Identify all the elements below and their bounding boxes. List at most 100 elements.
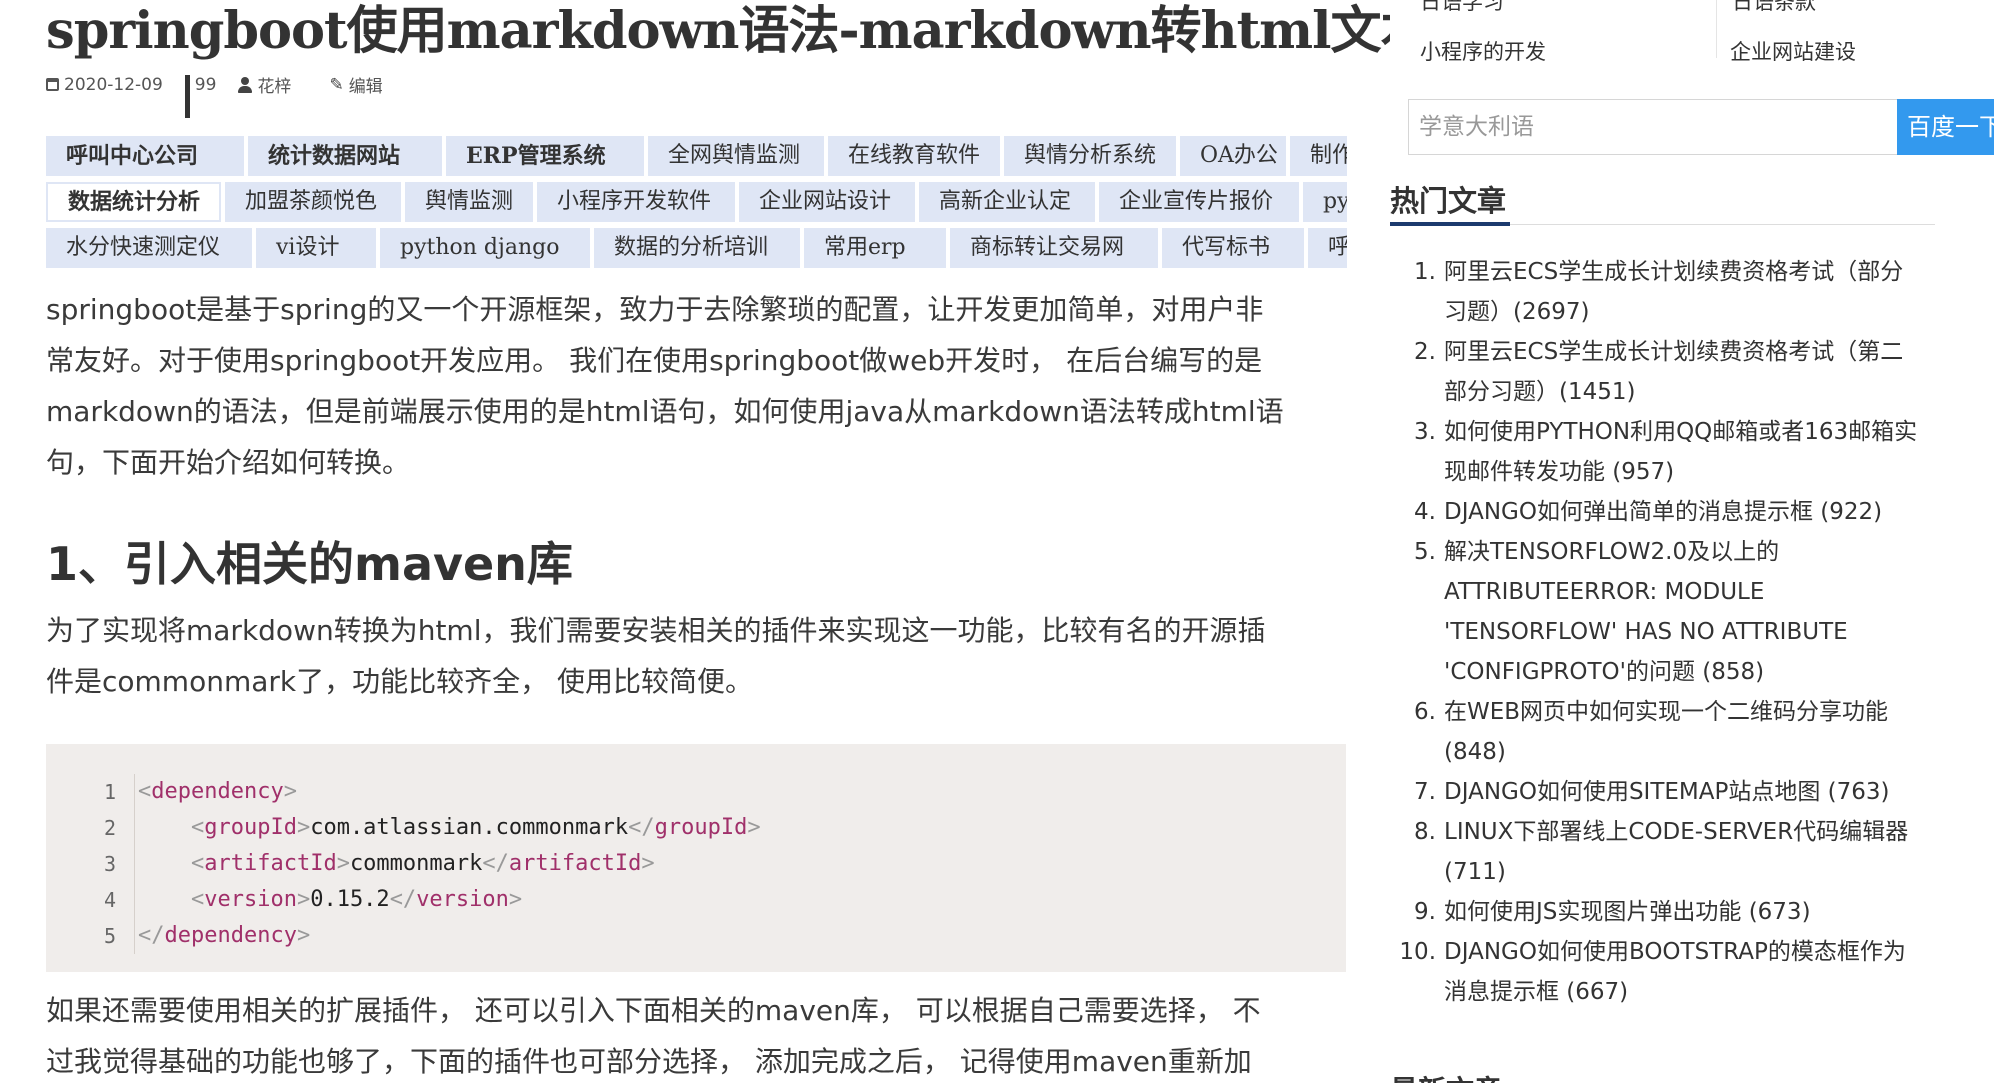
text-line: 句，下面开始介绍如何转换。 xyxy=(46,446,411,479)
list-item[interactable]: 3. 如何使用PYTHON利用QQ邮箱或者163邮箱实 现邮件转发功能 (957) xyxy=(1390,412,1950,492)
list-number: 10. xyxy=(1399,939,1436,965)
code-tag: version xyxy=(204,887,297,912)
list-number: 6. xyxy=(1414,699,1436,725)
meta-author-text[interactable]: 花梓 xyxy=(257,72,291,97)
code-value: com.atlassian.commonmark xyxy=(310,815,629,840)
list-item[interactable]: 10. DJANGO如何使用BOOTSTRAP的模态框作为 消息提示框 (667) xyxy=(1390,932,1950,1012)
code-value: commonmark xyxy=(349,851,483,876)
code-tag: artifactId xyxy=(508,851,642,876)
tag-link[interactable]: 数据统计分析 xyxy=(46,182,221,222)
list-item[interactable]: 9. 如何使用JS实现图片弹出功能 (673) xyxy=(1390,892,1950,932)
tag-link[interactable]: ERP管理系统 xyxy=(446,136,644,176)
tag-link[interactable]: 高新企业认定 xyxy=(919,182,1095,222)
line-number: 4 xyxy=(103,888,116,912)
code-line: <artifactId>commonmark</artifactId> xyxy=(190,851,655,876)
code-tag: groupId xyxy=(654,815,748,840)
bar-chart-icon xyxy=(184,74,190,118)
tag-link[interactable]: 商标转让交易网 xyxy=(950,228,1158,268)
list-item[interactable]: 5. 解决TENSORFLOW2.0及以上的 ATTRIBUTEERROR: MO… xyxy=(1390,532,1950,692)
code-tag: dependency xyxy=(164,923,297,948)
line-number: 1 xyxy=(103,780,116,804)
tag-link[interactable]: 在线教育软件 xyxy=(828,136,1000,176)
search-input[interactable]: 学意大利语 xyxy=(1408,99,1898,155)
sidebar-link[interactable]: 日语学习 xyxy=(1420,0,1504,16)
list-item[interactable]: 4. DJANGO如何弹出简单的消息提示框 (922) xyxy=(1390,492,1950,532)
tag-link[interactable]: python django xyxy=(380,228,590,268)
tag-link[interactable]: 呼 xyxy=(1308,228,1347,268)
list-number: 9. xyxy=(1414,899,1436,925)
list-item[interactable]: 8. LINUX下部署线上CODE-SERVER代码编辑器 (711) xyxy=(1390,812,1950,892)
tag-link[interactable]: 统计数据网站 xyxy=(248,136,442,176)
code-value: 0.15.2 xyxy=(310,887,390,912)
text-line: springboot是基于spring的又一个开源框架，致力于去除繁琐的配置，让… xyxy=(46,293,1264,326)
tag-link[interactable]: 代写标书 xyxy=(1162,228,1304,268)
edit-icon: ✎ xyxy=(329,74,344,95)
tag-link[interactable]: 舆情分析系统 xyxy=(1004,136,1176,176)
tag-link[interactable]: vi设计 xyxy=(256,228,376,268)
line-number: 2 xyxy=(103,816,116,840)
sidebar-link[interactable]: 日语条款 xyxy=(1732,0,1816,16)
list-number: 2. xyxy=(1414,339,1436,365)
list-item[interactable]: 2. 阿里云ECS学生成长计划续费资格考试（第二 部分习题）(1451) xyxy=(1390,332,1950,412)
meta-views: 99 xyxy=(184,74,217,118)
text-line: 件是commonmark了，功能比较齐全， 使用比较简便。 xyxy=(46,665,754,698)
article-meta: 2020-12-09 99 花梓 ✎ 编辑 xyxy=(46,72,405,118)
meta-edit[interactable]: ✎ 编辑 xyxy=(329,72,383,98)
article-link[interactable]: 在WEB网页中如何实现一个二维码分享功能 (848) xyxy=(1440,692,1950,772)
list-number: 7. xyxy=(1414,779,1436,805)
sidebar-link[interactable]: 企业网站建设 xyxy=(1730,36,1856,66)
tag-link[interactable]: 呼叫中心公司 xyxy=(46,136,244,176)
latest-articles-title: 最新文章 xyxy=(1390,1072,1520,1083)
tag-link[interactable]: 加盟茶颜悦色 xyxy=(225,182,401,222)
tag-link[interactable]: 企业宣传片报价 xyxy=(1099,182,1299,222)
intro-paragraph: springboot是基于spring的又一个开源框架，致力于去除繁琐的配置，让… xyxy=(46,284,1346,488)
edit-link[interactable]: 编辑 xyxy=(349,72,383,97)
code-tag: groupId xyxy=(204,815,297,840)
meta-date-text: 2020-12-09 xyxy=(64,74,163,95)
tag-cloud: 呼叫中心公司 统计数据网站 ERP管理系统 全网舆情监测 在线教育软件 舆情分析… xyxy=(46,136,1347,272)
list-item[interactable]: 1. 阿里云ECS学生成长计划续费资格考试（部分 习题）(2697) xyxy=(1390,252,1950,332)
tag-link[interactable]: 全网舆情监测 xyxy=(648,136,824,176)
tag-link[interactable]: 企业网站设计 xyxy=(739,182,915,222)
tag-link[interactable]: 数据的分析培训 xyxy=(594,228,800,268)
meta-views-text: 99 xyxy=(194,74,217,95)
text-line: 为了实现将markdown转换为html，我们需要安装相关的插件来实现这一功能，… xyxy=(46,614,1266,647)
code-tag: dependency xyxy=(151,779,284,804)
tag-link[interactable]: OA办公 xyxy=(1180,136,1286,176)
list-item[interactable]: 7. DJANGO如何使用SITEMAP站点地图 (763) xyxy=(1390,772,1950,812)
after-code-paragraph: 如果还需要使用相关的扩展插件， 还可以引入下面相关的maven库， 可以根据自己… xyxy=(46,985,1346,1087)
code-line: <groupId>com.atlassian.commonmark</group… xyxy=(190,815,761,840)
tag-link[interactable]: 制作 xyxy=(1290,136,1347,176)
sidebar-divider xyxy=(1716,0,1717,58)
article-link[interactable]: 阿里云ECS学生成长计划续费资格考试（部分 习题）(2697) xyxy=(1440,252,1950,332)
hot-articles-list: 1. 阿里云ECS学生成长计划续费资格考试（部分 习题）(2697) 2. 阿里云… xyxy=(1390,252,1950,1012)
tag-link[interactable]: 舆情监测 xyxy=(405,182,533,222)
article-main: springboot使用markdown语法-markdown转html文本 2… xyxy=(0,0,1431,1083)
article-link[interactable]: 解决TENSORFLOW2.0及以上的 ATTRIBUTEERROR: MODUL… xyxy=(1440,532,1950,692)
article-link[interactable]: LINUX下部署线上CODE-SERVER代码编辑器 (711) xyxy=(1440,812,1950,892)
article-link[interactable]: 如何使用JS实现图片弹出功能 (673) xyxy=(1440,892,1950,932)
list-number: 1. xyxy=(1414,259,1436,285)
article-link[interactable]: DJANGO如何使用SITEMAP站点地图 (763) xyxy=(1440,772,1950,812)
tag-link[interactable]: 小程序开发软件 xyxy=(537,182,735,222)
meta-author[interactable]: 花梓 xyxy=(238,72,291,97)
text-line: 过我觉得基础的功能也够了，下面的插件也可部分选择， 添加完成之后， 记得使用ma… xyxy=(46,1045,1252,1078)
code-lines: <dependency> <groupId>com.atlassian.comm… xyxy=(138,774,761,954)
text-line: 如果还需要使用相关的扩展插件， 还可以引入下面相关的maven库， 可以根据自己… xyxy=(46,994,1261,1027)
code-line: <version>0.15.2</version> xyxy=(190,887,523,912)
article-title: springboot使用markdown语法-markdown转html文本 xyxy=(46,1,1431,61)
search-button[interactable]: 百度一下 xyxy=(1897,99,1994,155)
sidebar-link[interactable]: 小程序的开发 xyxy=(1420,36,1546,66)
article-link[interactable]: 阿里云ECS学生成长计划续费资格考试（第二 部分习题）(1451) xyxy=(1440,332,1950,412)
article-link[interactable]: 如何使用PYTHON利用QQ邮箱或者163邮箱实 现邮件转发功能 (957) xyxy=(1440,412,1950,492)
code-line: </dependency> xyxy=(138,923,311,948)
article-link[interactable]: DJANGO如何使用BOOTSTRAP的模态框作为 消息提示框 (667) xyxy=(1440,932,1950,1012)
section-heading: 1、引入相关的maven库 xyxy=(46,537,573,591)
article-link[interactable]: DJANGO如何弹出简单的消息提示框 (922) xyxy=(1440,492,1950,532)
tag-link[interactable]: 水分快速测定仪 xyxy=(46,228,252,268)
code-line-numbers: 1 2 3 4 5 xyxy=(46,774,135,954)
tag-link[interactable]: 常用erp xyxy=(804,228,946,268)
list-item[interactable]: 6. 在WEB网页中如何实现一个二维码分享功能 (848) xyxy=(1390,692,1950,772)
tag-link[interactable]: py xyxy=(1303,182,1347,222)
line-number: 3 xyxy=(103,852,116,876)
